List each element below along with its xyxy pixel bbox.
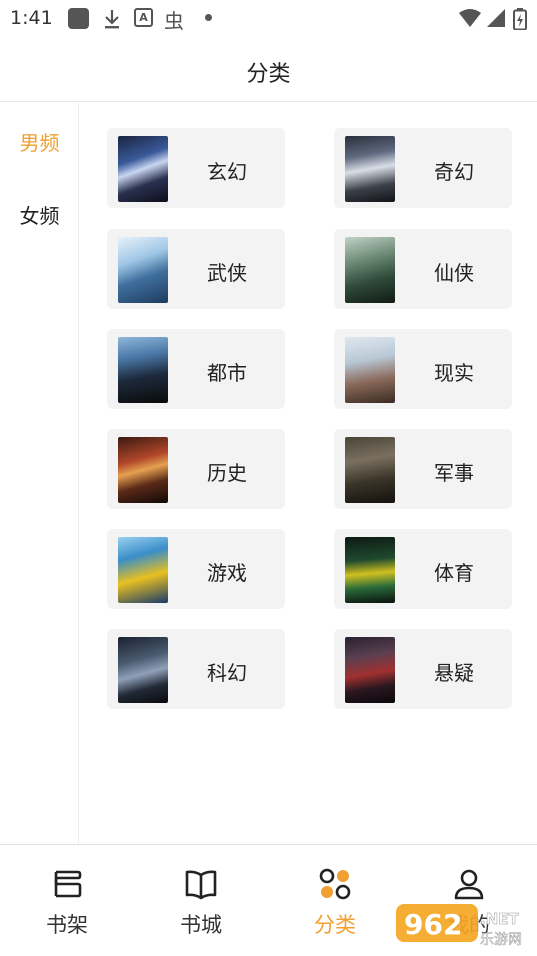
download-icon: [105, 10, 119, 29]
nav-bookshelf[interactable]: 书架: [0, 845, 134, 956]
category-card-wuxia[interactable]: 武侠: [107, 229, 285, 309]
category-label: 悬疑: [434, 661, 474, 685]
category-card-lishi[interactable]: 历史: [107, 429, 285, 509]
nav-label: 书城: [180, 913, 222, 937]
dot-icon: [205, 14, 212, 21]
a-icon: A: [134, 8, 153, 27]
book-cover-image: [118, 637, 168, 703]
category-label: 奇幻: [434, 160, 474, 184]
svg-text:.NET: .NET: [480, 910, 519, 928]
svg-text:962: 962: [404, 908, 462, 941]
category-card-kehuan[interactable]: 科幻: [107, 629, 285, 709]
sidebar-tab-male[interactable]: 男频: [0, 127, 79, 156]
status-bar: 1:41 A 虫: [0, 0, 537, 38]
category-card-youxi[interactable]: 游戏: [107, 529, 285, 609]
book-cover-image: [345, 237, 395, 303]
nav-category[interactable]: 分类: [268, 845, 402, 956]
category-label: 游戏: [207, 561, 247, 585]
category-card-qihuan[interactable]: 奇幻: [334, 128, 512, 208]
category-label: 现实: [434, 361, 474, 385]
category-card-tiyu[interactable]: 体育: [334, 529, 512, 609]
bug-icon: 虫: [164, 9, 184, 33]
book-cover-image: [345, 136, 395, 202]
user-icon: [454, 869, 484, 900]
category-card-xuanyi[interactable]: 悬疑: [334, 629, 512, 709]
book-cover-image: [345, 537, 395, 603]
book-cover-image: [118, 537, 168, 603]
book-cover-image: [118, 237, 168, 303]
book-cover-image: [118, 337, 168, 403]
wifi-icon: [459, 9, 481, 27]
book-cover-image: [118, 437, 168, 503]
header: 分类: [0, 38, 537, 102]
book-cover-image: [345, 337, 395, 403]
site-watermark-logo: 962 .NET 乐游网: [396, 904, 522, 948]
category-label: 武侠: [207, 261, 247, 285]
battery-icon: [513, 8, 527, 30]
category-label: 科幻: [207, 661, 247, 685]
signal-icon: [487, 9, 505, 27]
nav-label: 分类: [314, 913, 356, 937]
nav-label: 书架: [46, 913, 88, 937]
category-card-xuanhuan[interactable]: 玄幻: [107, 128, 285, 208]
book-cover-image: [345, 637, 395, 703]
category-card-xianxia[interactable]: 仙侠: [334, 229, 512, 309]
category-label: 历史: [207, 461, 247, 485]
category-icon: [319, 868, 351, 900]
category-label: 玄幻: [207, 160, 247, 184]
category-card-xianshi[interactable]: 现实: [334, 329, 512, 409]
category-label: 军事: [434, 461, 474, 485]
nav-bookstore[interactable]: 书城: [134, 845, 268, 956]
sidebar: 男频 女频: [0, 103, 79, 844]
category-label: 都市: [207, 361, 247, 385]
sidebar-tab-female[interactable]: 女频: [0, 200, 79, 229]
book-cover-image: [118, 136, 168, 202]
category-card-junshi[interactable]: 军事: [334, 429, 512, 509]
category-label: 体育: [434, 561, 474, 585]
app-square-icon: [68, 8, 89, 29]
bookshelf-icon: [54, 870, 82, 898]
svg-text:乐游网: 乐游网: [480, 932, 522, 948]
category-label: 仙侠: [434, 261, 474, 285]
status-time: 1:41: [10, 7, 53, 29]
open-book-icon: [185, 870, 217, 900]
category-card-dushi[interactable]: 都市: [107, 329, 285, 409]
page-title: 分类: [246, 62, 291, 87]
book-cover-image: [345, 437, 395, 503]
